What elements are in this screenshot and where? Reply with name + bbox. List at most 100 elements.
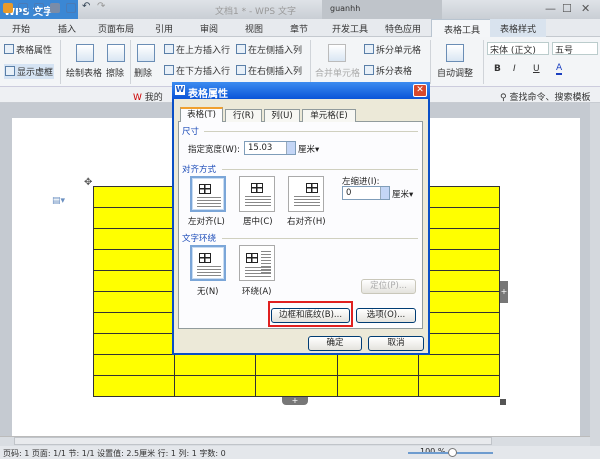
paragraph-icon[interactable]: ▤▾ [52,196,65,206]
align-left-option[interactable] [190,176,226,212]
table-cell[interactable] [174,375,257,397]
table-cell[interactable] [336,354,419,376]
font-select[interactable]: 宋体 (正文) [487,42,549,56]
underline-button[interactable]: U [533,64,540,74]
font-size-select[interactable]: 五号 [552,42,598,56]
table-cell[interactable] [417,312,501,334]
dialog-tab-table[interactable]: 表格(T) [180,107,223,122]
merge-cells-icon [328,44,346,62]
export-pdf-icon[interactable] [34,3,44,13]
insert-col-right-button[interactable]: 在右侧插入列 [236,64,302,77]
table-cell[interactable] [92,228,176,250]
my-docs-button[interactable]: W 我的 [133,90,163,103]
split-cell-button[interactable]: 拆分单元格 [364,43,421,56]
tab-developer[interactable]: 开发工具 [332,22,368,35]
eraser-button[interactable]: 擦除 [106,66,124,79]
dialog-tab-column[interactable]: 列(U) [264,109,300,122]
table-properties-button[interactable]: 表格属性 [4,43,52,56]
print-icon[interactable] [50,3,60,13]
table-cell[interactable] [255,375,338,397]
table-cell[interactable] [255,354,338,376]
divider [204,131,418,132]
split-table-button[interactable]: 拆分表格 [364,64,412,77]
font-color-button[interactable]: A [556,63,563,75]
wrap-none-option[interactable] [190,245,226,281]
table-cell[interactable] [417,228,501,250]
indent-unit-select[interactable]: 厘米▾ [392,188,413,200]
tab-references[interactable]: 引用 [155,22,173,35]
tab-home[interactable]: 开始 [12,22,30,35]
table-cell[interactable] [92,249,176,271]
table-cell[interactable] [92,291,176,313]
search-commands[interactable]: ⚲ 查找命令、搜索模板 [500,90,590,103]
undo-icon[interactable]: ↶ [82,1,92,12]
table-cell[interactable] [417,375,501,397]
insert-row-above-button[interactable]: 在上方插入行 [164,43,230,56]
ok-button[interactable]: 确定 [308,336,362,351]
add-row-handle[interactable]: + [282,397,308,405]
table-cell[interactable] [92,333,176,355]
dialog-tab-row[interactable]: 行(R) [225,109,262,122]
divider [222,238,418,239]
tab-chapter[interactable]: 章节 [290,22,308,35]
tab-table-style[interactable]: 表格样式 [490,19,547,37]
table-cell[interactable] [92,207,176,229]
options-button[interactable]: 选项(O)... [356,308,416,323]
table-cell[interactable] [92,186,176,208]
bold-button[interactable]: B [494,64,501,74]
scrollbar-thumb[interactable] [14,437,492,445]
add-column-handle[interactable]: + [500,281,508,303]
dialog-close-button[interactable]: ✕ [413,84,427,97]
redo-icon[interactable]: ↷ [97,1,107,12]
save-icon[interactable] [18,3,28,13]
indent-spinner[interactable] [380,187,389,199]
align-right-option[interactable] [288,176,324,212]
autofit-button[interactable]: 自动调整 [437,66,473,79]
table-cell[interactable] [336,375,419,397]
table-move-handle[interactable]: ✥ [84,177,92,188]
wrap-around-option[interactable] [239,245,275,281]
table-cell[interactable] [417,249,501,271]
table-cell[interactable] [417,333,501,355]
delete-button[interactable]: 删除 [134,66,152,79]
tab-layout[interactable]: 页面布局 [98,22,134,35]
tab-special[interactable]: 特色应用 [385,22,421,35]
cancel-button[interactable]: 取消 [368,336,424,351]
tab-insert[interactable]: 插入 [58,22,76,35]
draw-table-button[interactable]: 绘制表格 [66,66,102,79]
merge-cells-button[interactable]: 合并单元格 [315,66,360,79]
table-cell[interactable] [92,312,176,334]
table-cell[interactable] [417,354,501,376]
table-row [92,354,501,376]
maximize-icon[interactable]: ☐ [562,2,572,15]
table-resize-handle[interactable] [500,399,506,405]
divider [222,169,418,170]
align-center-option[interactable] [239,176,275,212]
tab-table-tools[interactable]: 表格工具 [431,19,494,37]
dialog-tab-cell[interactable]: 单元格(E) [302,109,356,122]
insert-col-left-button[interactable]: 在左侧插入列 [236,43,302,56]
table-cell[interactable] [174,354,257,376]
table-cell[interactable] [417,291,501,313]
width-unit-select[interactable]: 厘米▾ [298,143,319,155]
insert-row-below-button[interactable]: 在下方插入行 [164,64,230,77]
close-icon[interactable]: ✕ [581,2,590,15]
open-icon[interactable] [3,3,13,13]
table-cell[interactable] [92,270,176,292]
table-cell[interactable] [417,207,501,229]
table-cell[interactable] [417,186,501,208]
table-cell[interactable] [92,375,176,397]
minimize-icon[interactable]: — [545,2,556,15]
width-spinner[interactable] [286,142,295,154]
zoom-slider-knob[interactable] [448,448,457,457]
user-name[interactable]: guanhh [330,4,360,13]
position-button[interactable]: 定位(P)... [361,279,416,294]
print-preview-icon[interactable] [66,3,76,13]
vertical-scrollbar[interactable] [590,103,600,446]
show-gridlines-button[interactable]: 显示虚框 [4,64,55,79]
table-cell[interactable] [92,354,176,376]
tab-review[interactable]: 审阅 [200,22,218,35]
italic-button[interactable]: I [513,64,516,74]
table-cell[interactable] [417,270,501,292]
tab-view[interactable]: 视图 [245,22,263,35]
